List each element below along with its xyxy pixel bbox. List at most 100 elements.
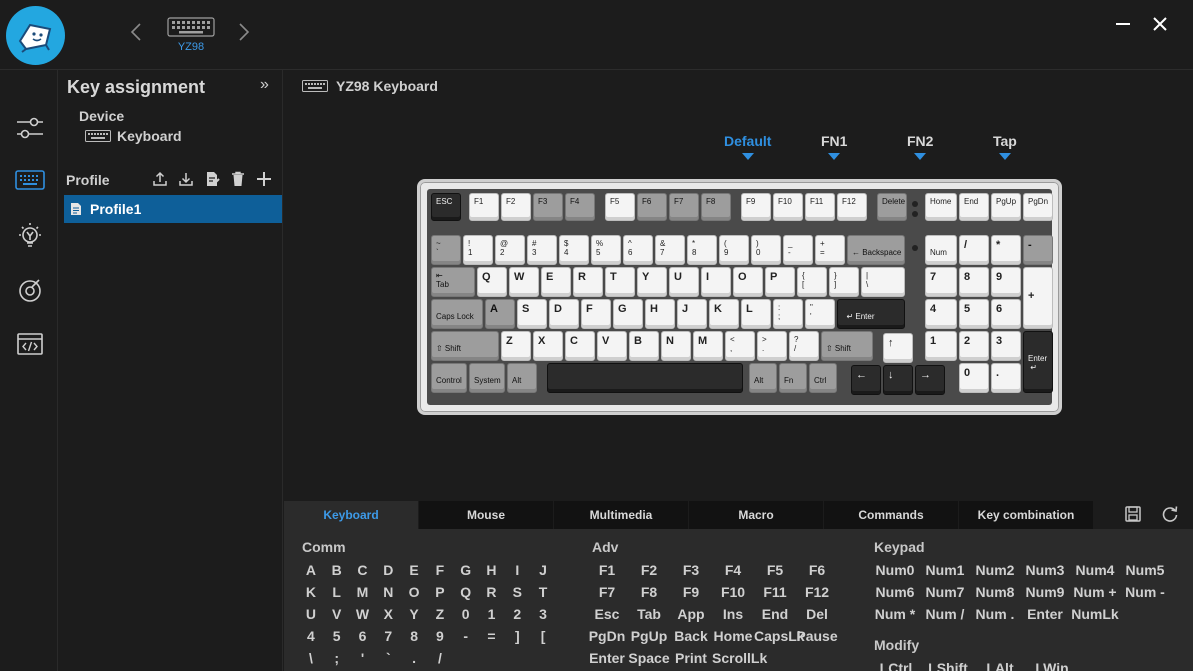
key-lwin[interactable]: System [469, 363, 505, 393]
comm-key-option[interactable]: 7 [375, 625, 401, 647]
comm-key-option[interactable]: Y [401, 603, 427, 625]
comm-key-option[interactable]: H [479, 559, 505, 581]
key-f10[interactable]: F10 [773, 193, 803, 221]
key-grave[interactable]: ~ ` [431, 235, 461, 265]
adv-key-option[interactable]: Back [670, 625, 712, 647]
adv-key-option[interactable]: Del [796, 603, 838, 625]
adv-key-option[interactable]: Pause [796, 625, 838, 647]
adv-key-option[interactable]: PgDn [586, 625, 628, 647]
layer-tab-fn1[interactable]: FN1 [821, 133, 847, 160]
key-1[interactable]: ! 1 [463, 235, 493, 265]
comm-key-option[interactable]: V [324, 603, 350, 625]
key-a[interactable]: A [485, 299, 515, 329]
key-rbracket[interactable]: } ] [829, 267, 859, 297]
adv-key-option[interactable]: Ins [712, 603, 754, 625]
adv-key-option[interactable]: F11 [754, 581, 796, 603]
comm-key-option[interactable]: A [298, 559, 324, 581]
key-f8[interactable]: F8 [701, 193, 731, 221]
comm-key-option[interactable]: S [504, 581, 530, 603]
key-n[interactable]: N [661, 331, 691, 361]
key-arrow-up[interactable]: ↑ [883, 333, 913, 363]
key-f[interactable]: F [581, 299, 611, 329]
modify-key-option[interactable]: LShift [922, 657, 974, 671]
adv-key-option[interactable]: CapsLk [754, 625, 805, 647]
adv-key-option[interactable]: ScrollLk [712, 647, 767, 669]
tab-commands[interactable]: Commands [824, 501, 958, 529]
adv-key-option[interactable]: F5 [754, 559, 796, 581]
key-4[interactable]: $ 4 [559, 235, 589, 265]
comm-key-option[interactable]: D [375, 559, 401, 581]
key-lctrl[interactable]: Control [431, 363, 467, 393]
comm-key-option[interactable]: 9 [427, 625, 453, 647]
key-equal[interactable]: + = [815, 235, 845, 265]
comm-key-option[interactable]: . [401, 647, 427, 669]
comm-key-option[interactable]: ; [324, 647, 350, 669]
key-f2[interactable]: F2 [501, 193, 531, 221]
key-quote[interactable]: " ' [805, 299, 835, 329]
key-q[interactable]: Q [477, 267, 507, 297]
adv-key-option[interactable]: F10 [712, 581, 754, 603]
key-arrow-right[interactable]: → [915, 365, 945, 395]
comm-key-option[interactable]: 3 [530, 603, 556, 625]
modify-key-option[interactable]: LAlt [974, 657, 1026, 671]
comm-key-option[interactable]: U [298, 603, 324, 625]
key-f7[interactable]: F7 [669, 193, 699, 221]
key-v[interactable]: V [597, 331, 627, 361]
comm-key-option[interactable]: L [324, 581, 350, 603]
key-minus[interactable]: _ - [783, 235, 813, 265]
comm-key-option[interactable]: [ [530, 625, 556, 647]
key-b[interactable]: B [629, 331, 659, 361]
key-m[interactable]: M [693, 331, 723, 361]
key-7[interactable]: & 7 [655, 235, 685, 265]
key-comma[interactable]: < , [725, 331, 755, 361]
tab-key-combination[interactable]: Key combination [959, 501, 1093, 529]
keypad-key-option[interactable]: NumLk [1070, 603, 1120, 625]
key-c[interactable]: C [565, 331, 595, 361]
keypad-key-option[interactable]: Enter [1020, 603, 1070, 625]
key-num8[interactable]: 8 [959, 267, 989, 297]
key-semicolon[interactable]: : ; [773, 299, 803, 329]
key-num-enter[interactable]: Enter ↵ [1023, 331, 1053, 393]
comm-key-option[interactable]: - [453, 625, 479, 647]
key-num-plus[interactable]: + [1023, 267, 1053, 329]
key-f5[interactable]: F5 [605, 193, 635, 221]
key-f12[interactable]: F12 [837, 193, 867, 221]
comm-key-option[interactable]: 8 [401, 625, 427, 647]
keypad-key-option[interactable]: Num2 [970, 559, 1020, 581]
key-r[interactable]: R [573, 267, 603, 297]
key-0[interactable]: ) 0 [751, 235, 781, 265]
adv-key-option[interactable]: F8 [628, 581, 670, 603]
key-h[interactable]: H [645, 299, 675, 329]
adv-key-option[interactable]: App [670, 603, 712, 625]
comm-key-option[interactable]: \ [298, 647, 324, 669]
profile-list-item[interactable]: Profile1 [64, 195, 282, 223]
key-o[interactable]: O [733, 267, 763, 297]
comm-key-option[interactable]: N [375, 581, 401, 603]
keypad-key-option[interactable]: Num / [920, 603, 970, 625]
key-f9[interactable]: F9 [741, 193, 771, 221]
adv-key-option[interactable]: F12 [796, 581, 838, 603]
key-w[interactable]: W [509, 267, 539, 297]
import-profile-icon[interactable] [177, 170, 195, 188]
key-backspace[interactable]: ← Backspace [847, 235, 905, 265]
key-space[interactable] [547, 363, 743, 393]
key-esc[interactable]: ESC [431, 193, 461, 221]
comm-key-option[interactable]: P [427, 581, 453, 603]
comm-key-option[interactable]: F [427, 559, 453, 581]
adv-key-option[interactable]: F6 [796, 559, 838, 581]
key-f11[interactable]: F11 [805, 193, 835, 221]
key-num1[interactable]: 1 [925, 331, 957, 361]
tab-multimedia[interactable]: Multimedia [554, 501, 688, 529]
key-num-slash[interactable]: / [959, 235, 989, 265]
key-capslock[interactable]: Caps Lock [431, 299, 483, 329]
keypad-key-option[interactable]: Num9 [1020, 581, 1070, 603]
comm-key-option[interactable]: T [530, 581, 556, 603]
adv-key-option[interactable]: Esc [586, 603, 628, 625]
tab-macro[interactable]: Macro [689, 501, 823, 529]
key-2[interactable]: @ 2 [495, 235, 525, 265]
key-arrow-down[interactable]: ↓ [883, 365, 913, 395]
key-f4[interactable]: F4 [565, 193, 595, 221]
key-lshift[interactable]: ⇧ Shift [431, 331, 499, 361]
minimize-icon[interactable] [1111, 12, 1135, 36]
key-d[interactable]: D [549, 299, 579, 329]
